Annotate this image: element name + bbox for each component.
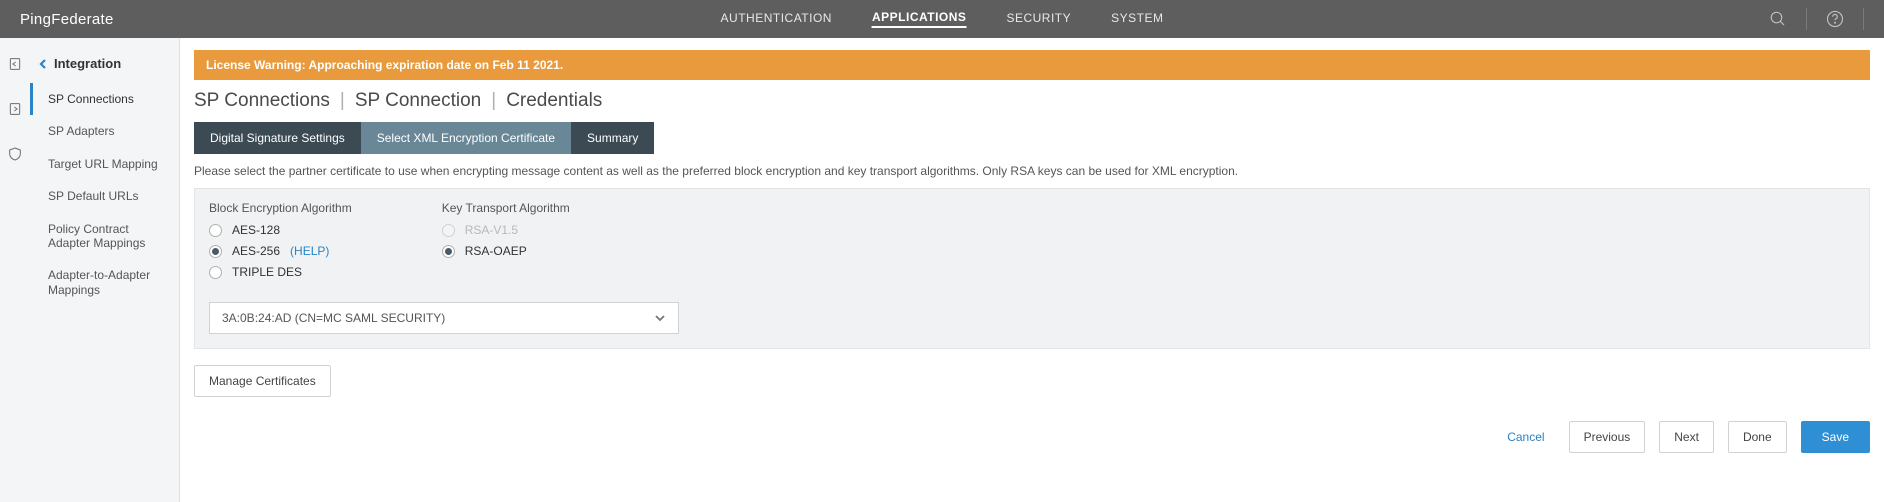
done-button[interactable]: Done bbox=[1728, 421, 1787, 453]
next-button[interactable]: Next bbox=[1659, 421, 1714, 453]
sidebar-item-sp-adapters[interactable]: SP Adapters bbox=[30, 115, 179, 147]
certificate-select[interactable]: 3A:0B:24:AD (CN=MC SAML SECURITY) bbox=[209, 302, 679, 334]
top-nav: AUTHENTICATION APPLICATIONS SECURITY SYSTEM bbox=[721, 0, 1164, 38]
page-description: Please select the partner certificate to… bbox=[194, 164, 1870, 178]
encryption-panel: Block Encryption Algorithm AES-128 AES-25… bbox=[194, 188, 1870, 349]
crumb-credentials: Credentials bbox=[506, 90, 602, 112]
sidebar-item-sp-default-urls[interactable]: SP Default URLs bbox=[30, 180, 179, 212]
radio-triple-des[interactable]: TRIPLE DES bbox=[209, 265, 352, 279]
outbound-icon[interactable] bbox=[7, 101, 23, 120]
divider bbox=[1863, 8, 1864, 30]
radio-label: RSA-OAEP bbox=[465, 244, 527, 258]
tab-digital-signature-settings[interactable]: Digital Signature Settings bbox=[194, 122, 361, 154]
topnav-applications[interactable]: APPLICATIONS bbox=[872, 10, 966, 28]
radio-label: AES-128 bbox=[232, 223, 280, 237]
breadcrumb: SP Connections | SP Connection | Credent… bbox=[194, 90, 1870, 112]
radio-label: TRIPLE DES bbox=[232, 265, 302, 279]
radio-label: RSA-V1.5 bbox=[465, 223, 518, 237]
block-algo-group: Block Encryption Algorithm AES-128 AES-25… bbox=[209, 201, 352, 286]
sidebar-item-policy-contract-adapter-mappings[interactable]: Policy Contract Adapter Mappings bbox=[30, 213, 179, 260]
previous-button[interactable]: Previous bbox=[1569, 421, 1646, 453]
radio-icon bbox=[209, 224, 222, 237]
radio-icon bbox=[209, 245, 222, 258]
page-body: Integration SP ConnectionsSP AdaptersTar… bbox=[0, 38, 1884, 502]
certificate-select-value: 3A:0B:24:AD (CN=MC SAML SECURITY) bbox=[222, 311, 445, 325]
manage-certificates-button[interactable]: Manage Certificates bbox=[194, 365, 331, 397]
sidebar-collapse[interactable]: Integration bbox=[30, 52, 179, 83]
radio-icon bbox=[442, 245, 455, 258]
radio-rsa-v1-5: RSA-V1.5 bbox=[442, 223, 570, 237]
step-tabs: Digital Signature SettingsSelect XML Enc… bbox=[194, 122, 1870, 154]
transport-algo-title: Key Transport Algorithm bbox=[442, 201, 570, 215]
sidebar-item-adapter-to-adapter-mappings[interactable]: Adapter-to-Adapter Mappings bbox=[30, 259, 179, 306]
help-icon[interactable] bbox=[1821, 5, 1849, 33]
wizard-footer: Cancel Previous Next Done Save bbox=[194, 421, 1870, 453]
sidebar-item-target-url-mapping[interactable]: Target URL Mapping bbox=[30, 148, 179, 180]
main-content: License Warning: Approaching expiration … bbox=[180, 38, 1884, 502]
transport-algo-group: Key Transport Algorithm RSA-V1.5 RSA-OAEP bbox=[442, 201, 570, 286]
topbar: PingFederate AUTHENTICATION APPLICATIONS S… bbox=[0, 0, 1884, 38]
tab-select-xml-encryption-certificate[interactable]: Select XML Encryption Certificate bbox=[361, 122, 571, 154]
topnav-security[interactable]: SECURITY bbox=[1006, 11, 1071, 27]
block-algo-title: Block Encryption Algorithm bbox=[209, 201, 352, 215]
sidebar: Integration SP ConnectionsSP AdaptersTar… bbox=[30, 38, 180, 502]
radio-icon bbox=[209, 266, 222, 279]
chevron-left-icon bbox=[38, 59, 48, 69]
topnav-system[interactable]: SYSTEM bbox=[1111, 11, 1163, 27]
radio-rsa-oaep[interactable]: RSA-OAEP bbox=[442, 244, 570, 258]
divider bbox=[1806, 8, 1807, 30]
shield-icon[interactable] bbox=[7, 146, 23, 165]
radio-aes-128[interactable]: AES-128 bbox=[209, 223, 352, 237]
topbar-right bbox=[1764, 5, 1864, 33]
save-button[interactable]: Save bbox=[1801, 421, 1870, 453]
topnav-authentication[interactable]: AUTHENTICATION bbox=[721, 11, 832, 27]
radio-aes-256[interactable]: AES-256 (HELP) bbox=[209, 244, 352, 258]
crumb-sp-connections[interactable]: SP Connections bbox=[194, 90, 330, 112]
left-icon-bar bbox=[0, 38, 30, 502]
sidebar-title: Integration bbox=[54, 56, 121, 71]
cancel-button[interactable]: Cancel bbox=[1507, 430, 1544, 444]
tab-summary[interactable]: Summary bbox=[571, 122, 654, 154]
help-link[interactable]: (HELP) bbox=[290, 244, 329, 258]
radio-icon bbox=[442, 224, 455, 237]
inbound-icon[interactable] bbox=[7, 56, 23, 75]
crumb-sp-connection[interactable]: SP Connection bbox=[355, 90, 481, 112]
product-brand: PingFederate bbox=[20, 11, 114, 28]
search-icon[interactable] bbox=[1764, 5, 1792, 33]
radio-label: AES-256 bbox=[232, 244, 280, 258]
sidebar-item-sp-connections[interactable]: SP Connections bbox=[30, 83, 179, 115]
license-warning: License Warning: Approaching expiration … bbox=[194, 50, 1870, 80]
chevron-down-icon bbox=[654, 312, 666, 324]
